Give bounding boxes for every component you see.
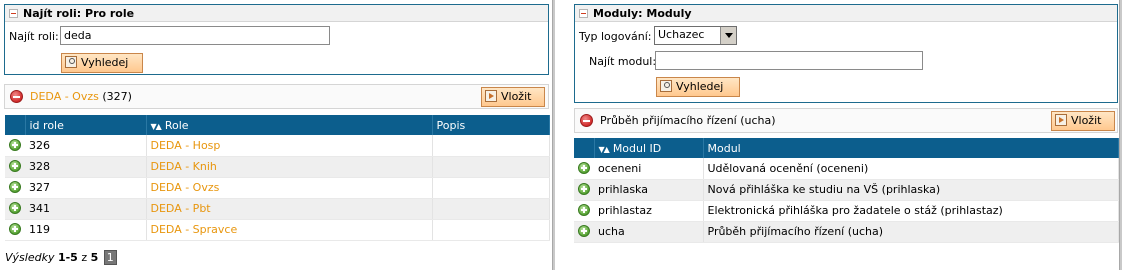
col-role[interactable]: ▼▲ Role [146, 115, 433, 135]
find-role-header: Najít roli: Pro role [5, 5, 548, 22]
pager: Výsledky 1-5 z 5 1 [5, 250, 117, 265]
cell-role[interactable]: DEDA - Ovzs [146, 177, 433, 199]
col-popis[interactable]: Popis [432, 115, 550, 135]
cell-module-id: prihlastaz [594, 200, 704, 222]
selected-module-text: Průběh přijímacího řízení (ucha) [600, 114, 776, 127]
cell-popis [432, 156, 550, 178]
remove-icon[interactable] [580, 114, 593, 127]
modules-box: Moduly: Moduly Typ logování: Uchazec Naj… [574, 4, 1118, 103]
col-module-id[interactable]: ▼▲ Modul ID [594, 138, 704, 158]
selected-role-text: DEDA - Ovzs (327) [30, 85, 132, 108]
collapse-icon[interactable] [9, 9, 18, 18]
selected-role-link[interactable]: DEDA - Ovzs [30, 90, 99, 103]
col-role-label: Role [164, 118, 189, 132]
left-panel: Najít roli: Pro role Najít roli: Vyhlede… [0, 0, 556, 270]
cell-id: 341 [25, 198, 147, 220]
table-row[interactable]: 327 DEDA - Ovzs [5, 177, 550, 199]
find-role-label: Najít roli: [9, 30, 59, 43]
sort-icon[interactable]: ▼▲ [599, 145, 610, 154]
pager-range: 1-5 [57, 251, 78, 264]
insert-button[interactable]: Vložit [1051, 111, 1115, 131]
table-row[interactable]: 119 DEDA - Spravce [5, 219, 550, 241]
modules-table: ▼▲ Modul ID Modul oceneni Udělovaná oceně… [574, 138, 1119, 243]
cell-module-id: prihlaska [594, 179, 704, 201]
add-icon[interactable] [578, 161, 590, 174]
search-button[interactable]: Vyhledej [61, 53, 143, 73]
login-type-label: Typ logování: [579, 30, 652, 43]
table-row[interactable]: 326 DEDA - Hosp [5, 135, 550, 157]
cell-role[interactable]: DEDA - Hosp [146, 135, 433, 157]
table-row[interactable]: 328 DEDA - Knih [5, 156, 550, 178]
cell-role[interactable]: DEDA - Knih [146, 156, 433, 178]
table-row[interactable]: ucha Průběh přijímacího řízení (ucha) [574, 221, 1119, 243]
col-icon-header [5, 115, 26, 135]
cell-popis [432, 177, 550, 199]
sort-icon[interactable]: ▼▲ [151, 122, 162, 131]
table-row[interactable]: 341 DEDA - Pbt [5, 198, 550, 220]
add-icon[interactable] [578, 183, 590, 195]
table-row[interactable]: prihlaska Nová přihláška ke studiu na VŠ… [574, 179, 1119, 201]
insert-icon [485, 90, 497, 102]
find-module-input[interactable] [655, 51, 923, 70]
selected-role-count: (327) [102, 90, 132, 103]
search-button[interactable]: Vyhledej [656, 77, 740, 97]
search-button-label: Vyhledej [676, 80, 724, 93]
find-module-label: Najít modul: [589, 55, 657, 68]
cell-popis [432, 135, 550, 157]
table-row[interactable]: prihlastaz Elektronická přihláška pro ža… [574, 200, 1119, 222]
pager-prefix: Výsledky [5, 251, 55, 264]
cell-role[interactable]: DEDA - Spravce [146, 219, 433, 241]
cell-module: Průběh přijímacího řízení (ucha) [703, 221, 1119, 243]
login-type-value: Uchazec [658, 28, 705, 41]
cell-module-id: oceneni [594, 158, 704, 180]
add-icon[interactable] [9, 202, 21, 214]
insert-icon [1055, 114, 1067, 126]
page-button[interactable]: 1 [103, 250, 117, 265]
modules-title: Moduly: Moduly [593, 7, 692, 20]
add-icon[interactable] [578, 225, 590, 237]
panel-divider[interactable] [552, 0, 555, 270]
insert-button-label: Vložit [501, 90, 532, 103]
modules-header: Moduly: Moduly [575, 5, 1117, 22]
cell-module-id: ucha [594, 221, 704, 243]
col-icon-header [574, 138, 595, 158]
search-icon [660, 80, 672, 92]
add-icon[interactable] [9, 138, 21, 151]
cell-id: 326 [25, 135, 147, 157]
pager-total: 5 [90, 251, 99, 264]
cell-popis [432, 219, 550, 241]
cell-id: 328 [25, 156, 147, 178]
find-role-input[interactable] [60, 26, 330, 45]
find-role-title: Najít roli: Pro role [23, 7, 135, 20]
add-icon[interactable] [9, 181, 21, 193]
right-panel: Moduly: Moduly Typ logování: Uchazec Naj… [569, 0, 1122, 270]
selected-role-bar: DEDA - Ovzs (327) Vložit [4, 84, 549, 109]
search-button-label: Vyhledej [81, 56, 129, 69]
add-icon[interactable] [578, 204, 590, 216]
search-icon [65, 56, 77, 68]
cell-id: 327 [25, 177, 147, 199]
pager-of: z [81, 251, 88, 264]
cell-role[interactable]: DEDA - Pbt [146, 198, 433, 220]
chevron-down-icon[interactable] [720, 27, 736, 44]
insert-button[interactable]: Vložit [481, 87, 545, 107]
col-module[interactable]: Modul [703, 138, 1119, 158]
cell-module: Nová přihláška ke studiu na VŠ (prihlask… [703, 179, 1119, 201]
selected-module-bar: Průběh přijímacího řízení (ucha) Vložit [574, 108, 1118, 133]
login-type-select[interactable]: Uchazec [654, 26, 737, 45]
col-id-role[interactable]: id role [25, 115, 147, 135]
find-role-box: Najít roli: Pro role Najít roli: Vyhlede… [4, 4, 549, 75]
cell-module: Elektronická přihláška pro žadatele o st… [703, 200, 1119, 222]
collapse-icon[interactable] [579, 9, 588, 18]
col-module-id-label: Modul ID [612, 141, 662, 155]
remove-icon[interactable] [10, 90, 23, 103]
cell-id: 119 [25, 219, 147, 241]
add-icon[interactable] [9, 223, 21, 235]
insert-button-label: Vložit [1071, 114, 1102, 127]
cell-popis [432, 198, 550, 220]
add-icon[interactable] [9, 160, 21, 172]
cell-module: Udělovaná ocenění (oceneni) [703, 158, 1119, 180]
table-row[interactable]: oceneni Udělovaná ocenění (oceneni) [574, 158, 1119, 180]
roles-table: id role ▼▲ Role Popis 326 DEDA - Hosp 328… [5, 115, 550, 241]
